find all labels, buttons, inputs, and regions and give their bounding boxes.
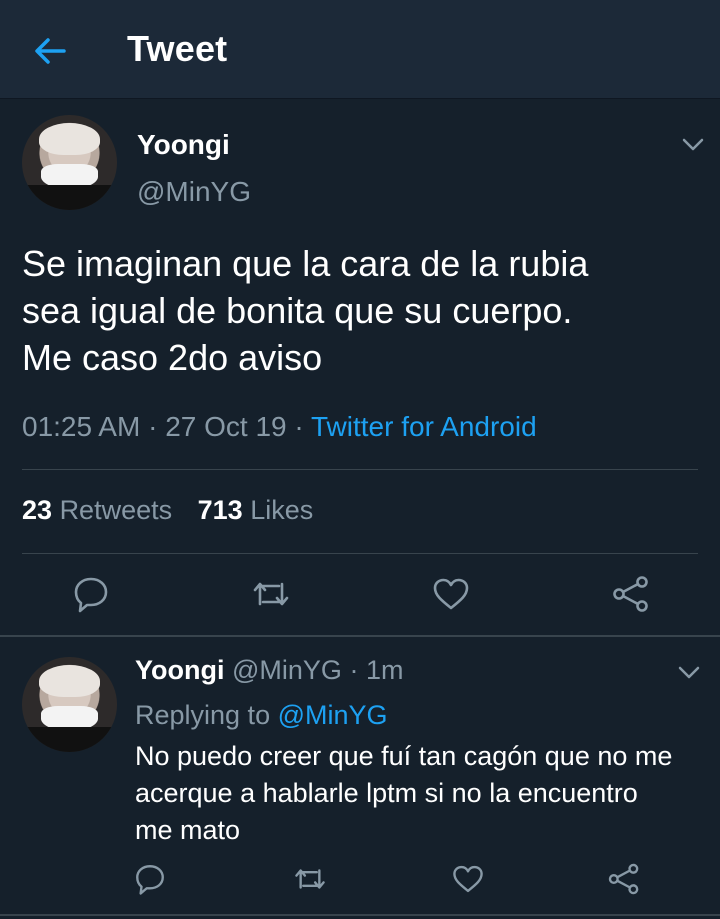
likes-label[interactable]: Likes bbox=[250, 495, 313, 525]
arrow-left-icon[interactable] bbox=[30, 31, 70, 71]
chevron-down-icon[interactable] bbox=[680, 134, 706, 154]
separator-dot: · bbox=[349, 655, 359, 685]
reply-icon[interactable] bbox=[133, 862, 167, 896]
tweet-text-line: sea igual de bonita que su cuerpo. bbox=[22, 290, 573, 331]
likes-count[interactable]: 713 bbox=[198, 495, 243, 525]
reply-text-line: me mato bbox=[135, 815, 241, 845]
like-icon[interactable] bbox=[431, 574, 471, 614]
share-icon[interactable] bbox=[611, 574, 651, 614]
reply-icon[interactable] bbox=[71, 574, 111, 614]
page-title: Tweet bbox=[127, 28, 228, 69]
tweet-text-line: Se imaginan que la cara de la rubia bbox=[22, 243, 589, 284]
retweet-icon[interactable] bbox=[251, 574, 291, 614]
reply-author-name[interactable]: Yoongi bbox=[135, 655, 224, 685]
retweets-label[interactable]: Retweets bbox=[60, 495, 173, 525]
replying-label: Replying to bbox=[135, 700, 271, 730]
separator-dot: · bbox=[294, 411, 304, 442]
top-bar: Tweet bbox=[0, 0, 720, 99]
avatar[interactable] bbox=[22, 657, 117, 752]
divider bbox=[22, 553, 698, 554]
tweet-time: 01:25 AM bbox=[22, 411, 141, 442]
tweet-source-link[interactable]: Twitter for Android bbox=[311, 411, 537, 442]
bottom-divider bbox=[0, 914, 720, 916]
reply-time: 1m bbox=[365, 655, 404, 685]
tweet-text: Se imaginan que la cara de la rubia sea … bbox=[22, 240, 702, 381]
replying-handle-link[interactable]: @MinYG bbox=[278, 700, 388, 730]
tweet-text-line: Me caso 2do aviso bbox=[22, 337, 323, 378]
reply-author-handle[interactable]: @MinYG bbox=[232, 655, 342, 685]
retweet-icon[interactable] bbox=[293, 862, 327, 896]
divider bbox=[22, 469, 698, 470]
avatar[interactable] bbox=[22, 115, 117, 210]
tweet-date: 27 Oct 19 bbox=[165, 411, 287, 442]
share-icon[interactable] bbox=[607, 862, 641, 896]
replying-to: Replying to @MinYG bbox=[135, 700, 388, 731]
tweet-meta: 01:25 AM · 27 Oct 19 · Twitter for Andro… bbox=[22, 411, 537, 443]
separator-dot: · bbox=[148, 411, 158, 442]
reply-text-line: No puedo creer que fuí tan cagón que no … bbox=[135, 741, 673, 771]
reply-text-line: acerque a hablarle lptm si no la encuent… bbox=[135, 778, 638, 808]
reply-text: No puedo creer que fuí tan cagón que no … bbox=[135, 738, 710, 849]
author-name[interactable]: Yoongi bbox=[137, 129, 230, 161]
tweet-divider bbox=[0, 635, 720, 637]
author-handle[interactable]: @MinYG bbox=[137, 176, 251, 208]
retweets-count[interactable]: 23 bbox=[22, 495, 52, 525]
reply-header: Yoongi @MinYG · 1m bbox=[135, 655, 403, 686]
tweet-stats: 23 Retweets 713 Likes bbox=[22, 495, 313, 526]
like-icon[interactable] bbox=[451, 862, 485, 896]
chevron-down-icon[interactable] bbox=[676, 662, 702, 682]
